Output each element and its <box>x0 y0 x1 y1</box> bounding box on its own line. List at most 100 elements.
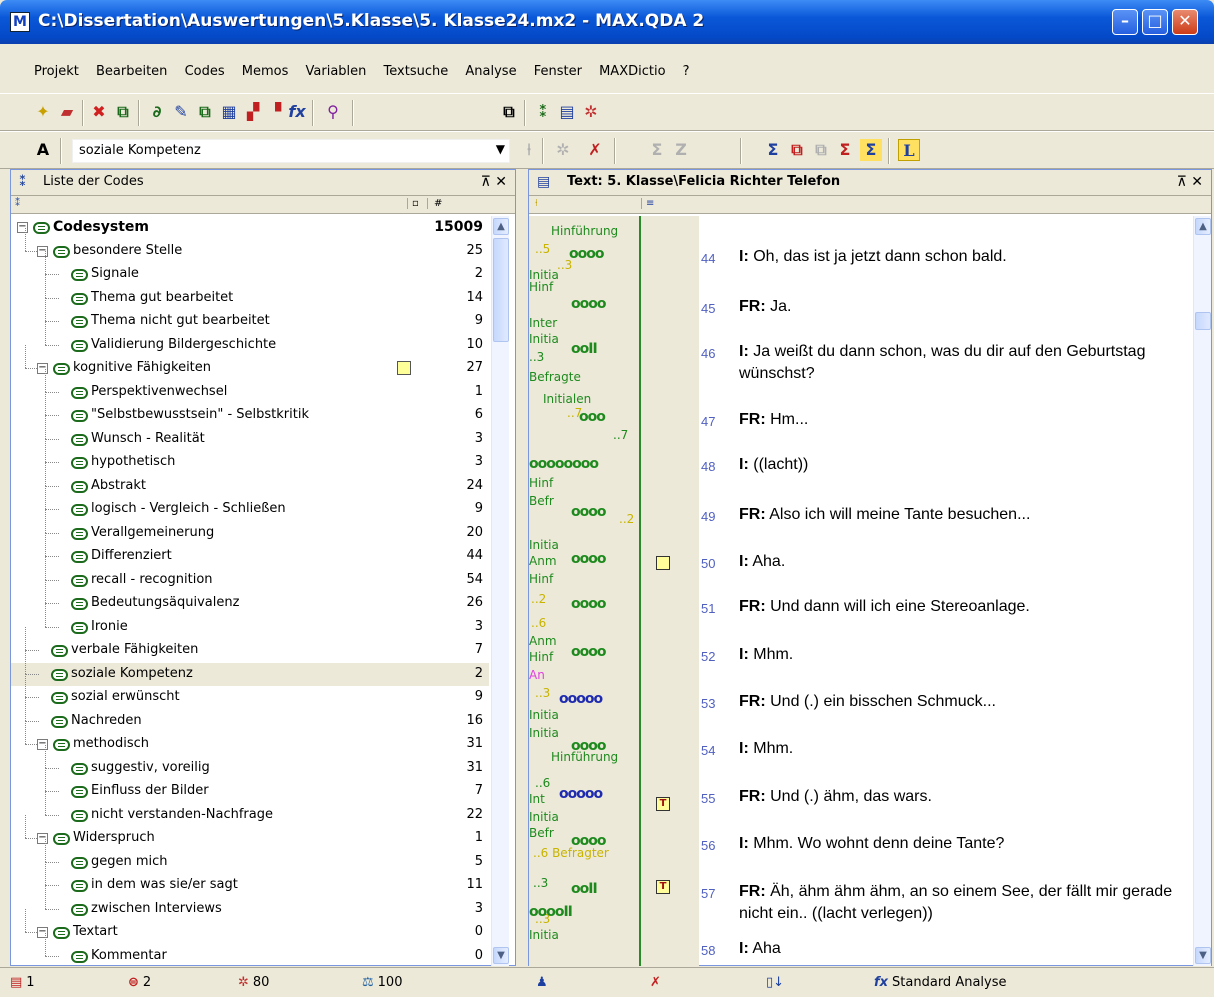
code-tree-row[interactable]: Abstrakt 24 <box>11 462 489 498</box>
copy-icon[interactable]: ⧉ <box>194 101 216 123</box>
code-tree-row[interactable]: hypothetisch 3 <box>11 439 489 474</box>
code-tree-row[interactable]: Ironie 3 <box>11 603 489 639</box>
code-tree-row[interactable]: Verallgemeinerung 20 <box>11 509 489 545</box>
text-browser-icon[interactable]: ▤ <box>556 101 578 123</box>
scroll-down-icon[interactable]: ▼ <box>1195 947 1211 964</box>
code-tree-row[interactable]: − Textart 0 <box>11 909 489 944</box>
code-tree-row[interactable]: Bedeutungsäquivalenz 26 <box>11 580 489 615</box>
scroll-up-icon[interactable]: ▲ <box>1195 218 1211 235</box>
code-tree-row[interactable]: − kognitive Fähigkeiten 27 <box>11 345 489 380</box>
new-project-icon[interactable]: ✦ <box>32 101 54 123</box>
code-tree-row[interactable]: "Selbstbewusstsein" - Selbstkritik 6 <box>11 392 489 427</box>
collapse-toggle[interactable]: − <box>37 363 48 374</box>
uncode-icon[interactable]: ✗ <box>584 139 606 161</box>
code-stripe-column-icon[interactable]: ⍿ <box>535 198 538 209</box>
codes-icon[interactable]: ✖ <box>88 101 110 123</box>
count-column-header[interactable]: # <box>427 198 442 209</box>
menu-maxdictio[interactable]: MAXDictio <box>599 64 665 79</box>
code-tree-row[interactable]: Validierung Bildergeschichte 10 <box>11 321 489 357</box>
code-tree-row[interactable]: Einfluss der Bilder 7 <box>11 768 489 803</box>
code-tree-row[interactable]: − methodisch 31 <box>11 721 489 756</box>
status-documents[interactable]: ▤ 1 <box>10 975 35 990</box>
code-tree-row[interactable]: Thema nicht gut bearbeitet 9 <box>11 298 489 333</box>
code-tree-row[interactable]: in dem was sie/er sagt 11 <box>11 862 489 897</box>
minimize-button[interactable]: – <box>1112 9 1138 35</box>
code-tree-row[interactable]: recall - recognition 54 <box>11 556 489 592</box>
menu-variablen[interactable]: Variablen <box>306 64 367 79</box>
retrieve-icon[interactable]: ⧉ <box>112 101 134 123</box>
collapse-toggle[interactable]: − <box>37 833 48 844</box>
code-tree-row[interactable]: Kommentar 0 <box>11 932 489 967</box>
delete-sum-icon[interactable]: Σ <box>834 139 856 161</box>
code-tree-row[interactable]: verbale Fähigkeiten 7 <box>11 627 489 662</box>
text-memo-icon[interactable]: T <box>656 797 670 811</box>
collapse-toggle[interactable]: − <box>17 222 28 233</box>
code-tree-row[interactable]: − Widerspruch 1 <box>11 815 489 850</box>
function-icon[interactable]: fx <box>286 101 308 123</box>
activation-icon[interactable]: ✗ <box>650 975 661 990</box>
code-list-icon[interactable]: ⁑ <box>532 101 554 123</box>
code-tree-row[interactable]: zwischen Interviews 3 <box>11 885 489 921</box>
menu-bearbeiten[interactable]: Bearbeiten <box>96 64 167 79</box>
menu-textsuche[interactable]: Textsuche <box>384 64 449 79</box>
panel-close-icon[interactable]: ⊼ ✕ <box>481 174 507 190</box>
text-memo-icon[interactable]: T <box>656 880 670 894</box>
code-tree-row[interactable]: logisch - Vergleich - Schließen 9 <box>11 486 489 521</box>
weight-sum-icon[interactable]: Σ <box>762 139 784 161</box>
code-tree-row[interactable]: Perspektivenwechsel 1 <box>11 368 489 404</box>
menu-projekt[interactable]: Projekt <box>34 64 79 79</box>
sort-icon[interactable]: ▯↓ <box>766 975 784 990</box>
code-relations-browser-icon[interactable]: ⧉ <box>786 139 808 161</box>
collapse-toggle[interactable]: − <box>37 245 48 257</box>
user-icon[interactable]: ♟ <box>536 975 548 990</box>
scroll-down-icon[interactable]: ▼ <box>493 947 509 964</box>
status-weight[interactable]: ⚖ 100 <box>362 975 402 990</box>
code-tree-row[interactable]: suggestiv, voreilig 31 <box>11 744 489 780</box>
code-tree-row[interactable]: Signale 2 <box>11 251 489 286</box>
code-tree-row[interactable]: Wunsch - Realität 3 <box>11 415 489 451</box>
scroll-thumb[interactable] <box>1195 312 1211 330</box>
memo-sum-icon[interactable]: Σ <box>860 139 882 161</box>
code-tree-row[interactable]: gegen mich 5 <box>11 838 489 874</box>
open-project-icon[interactable]: ▰ <box>56 101 78 123</box>
menu-codes[interactable]: Codes <box>185 64 225 79</box>
menu-analyse[interactable]: Analyse <box>465 64 516 79</box>
lexicon-icon[interactable]: L <box>898 139 920 161</box>
scroll-thumb[interactable] <box>493 238 509 342</box>
code-tree-row[interactable]: nicht verstanden-Nachfrage 22 <box>11 791 489 827</box>
panel-close-icon[interactable]: ⊼ ✕ <box>1177 174 1203 190</box>
code-tree-row[interactable]: − Codesystem 15009 <box>11 216 489 239</box>
code-tree-row[interactable]: Differenziert 44 <box>11 533 489 568</box>
window-list-icon[interactable]: ⧉ <box>498 101 520 123</box>
memo-column-icon[interactable]: ≡ <box>641 198 654 209</box>
code-tree-row[interactable]: sozial erwünscht 9 <box>11 674 489 709</box>
text-memo-icon[interactable] <box>656 556 670 570</box>
code-list-scrollbar[interactable]: ▲ ▼ <box>491 216 509 966</box>
chevron-down-icon[interactable]: ▼ <box>496 142 505 156</box>
memo-column-icon[interactable]: ▫ <box>407 198 419 209</box>
table-icon[interactable]: ▦ <box>218 101 240 123</box>
code-tree-row[interactable]: Thema gut bearbeitet 14 <box>11 274 489 310</box>
tree-column-icon[interactable]: ⁑ <box>15 198 20 209</box>
collapse-toggle[interactable]: − <box>37 927 48 938</box>
code-tree-row[interactable]: Nachreden 16 <box>11 697 489 733</box>
text-icon[interactable]: A <box>32 139 54 161</box>
link-icon[interactable]: ∂ <box>146 101 168 123</box>
status-codes[interactable]: ⊜ 2 <box>128 975 151 990</box>
menu-fenster[interactable]: Fenster <box>534 64 582 79</box>
maxqda-app-icon[interactable]: M <box>10 12 30 32</box>
status-coded-segments[interactable]: ✲ 80 <box>238 975 269 990</box>
code-relations-icon[interactable]: ▝ <box>264 101 286 123</box>
current-code-select[interactable]: soziale Kompetenz ▼ <box>72 139 510 163</box>
menu-memos[interactable]: Memos <box>242 64 289 79</box>
status-analysis[interactable]: fx Standard Analyse <box>874 975 1007 990</box>
scroll-up-icon[interactable]: ▲ <box>493 218 509 235</box>
close-button[interactable]: ✕ <box>1172 9 1198 35</box>
code-memo-icon[interactable] <box>397 361 411 375</box>
search-icon[interactable]: ⚲ <box>322 101 344 123</box>
edit-icon[interactable]: ✎ <box>170 101 192 123</box>
code-tree-row[interactable]: − besondere Stelle 25 <box>11 227 489 263</box>
maximize-button[interactable]: □ <box>1142 9 1168 35</box>
collapse-toggle[interactable]: − <box>37 739 48 750</box>
text-scrollbar[interactable]: ▲ ▼ <box>1193 216 1211 966</box>
